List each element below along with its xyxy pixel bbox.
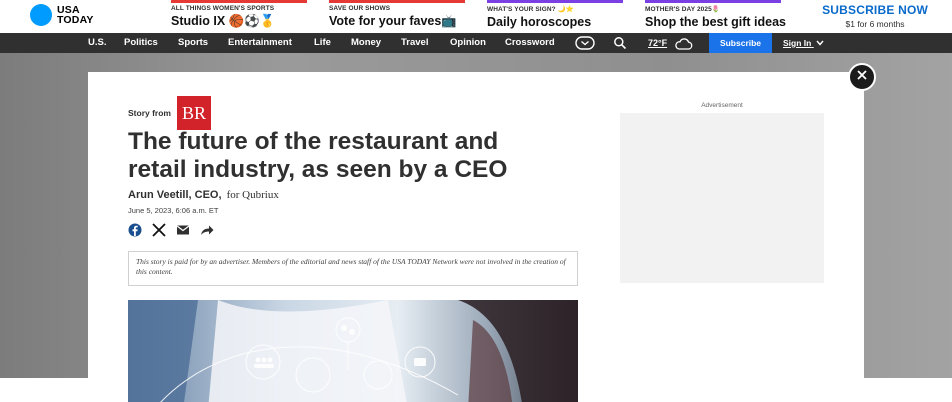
advertisement-label: Advertisement [701, 102, 743, 109]
nav-item-opinion[interactable]: Opinion [450, 33, 486, 53]
sign-in-link[interactable]: Sign In [783, 33, 824, 53]
nav-item-us[interactable]: U.S. [88, 33, 106, 53]
close-modal-button[interactable] [848, 63, 876, 91]
x-icon[interactable] [152, 222, 174, 238]
weather-temp[interactable]: 72°F [648, 33, 667, 53]
subscribe-now-subtitle: $1 for 6 months [845, 19, 905, 29]
sponsor-logo: BR [176, 96, 211, 130]
sign-in-label: Sign In [783, 38, 812, 48]
nav-item-crossword[interactable]: Crossword [505, 33, 555, 53]
promo-horoscopes[interactable]: WHAT'S YOUR SIGN? 🌙⭐ Daily horoscopes [487, 0, 623, 33]
publish-date: June 5, 2023, 6:06 a.m. ET [128, 206, 219, 215]
nav-item-travel[interactable]: Travel [401, 33, 428, 53]
facebook-icon[interactable] [128, 222, 150, 238]
advertisement-slot[interactable] [620, 113, 824, 283]
story-from-label: Story from [128, 108, 171, 118]
search-icon[interactable] [613, 36, 627, 50]
top-promo-bar: USA TODAY ALL THINGS WOMEN'S SPORTS Stud… [0, 0, 952, 33]
promo-eyebrow: SAVE OUR SHOWS [329, 5, 391, 12]
logo-line-2: TODAY [57, 14, 94, 26]
promo-save-our-shows[interactable]: SAVE OUR SHOWS Vote for your faves📺 [329, 0, 465, 33]
subscribe-now-promo[interactable]: SUBSCRIBE NOW $1 for 6 months [822, 3, 928, 29]
nav-subscribe-button[interactable]: Subscribe [709, 33, 772, 53]
chevron-down-icon [816, 33, 824, 53]
share-arrow-icon[interactable] [200, 222, 222, 238]
promo-headline: Daily horoscopes [487, 15, 592, 29]
more-menu-icon[interactable] [575, 36, 595, 50]
close-icon [856, 68, 868, 86]
story-modal: Story from BR The future of the restaura… [88, 72, 864, 402]
nav-item-life[interactable]: Life [314, 33, 331, 53]
nav-item-sports[interactable]: Sports [178, 33, 208, 53]
email-icon[interactable] [176, 222, 198, 238]
nav-item-money[interactable]: Money [351, 33, 381, 53]
promo-mothers-day[interactable]: MOTHER'S DAY 2025🌷 Shop the best gift id… [645, 0, 786, 33]
promo-headline: Vote for your faves📺 [329, 14, 457, 28]
advertiser-disclaimer: This story is paid for by an advertiser.… [128, 251, 578, 286]
promo-eyebrow: MOTHER'S DAY 2025🌷 [645, 6, 721, 13]
byline: Arun Veetill, CEO, for Qubriux [128, 189, 279, 201]
logo-dot-icon [30, 4, 52, 26]
author-affiliation: for Qubriux [226, 189, 279, 201]
nav-item-politics[interactable]: Politics [124, 33, 158, 53]
subscribe-now-title: SUBSCRIBE NOW [822, 3, 928, 17]
author-name: Arun Veetill, CEO, [128, 189, 222, 201]
promo-womens-sports[interactable]: ALL THINGS WOMEN'S SPORTS Studio IX 🏀⚽🥇 [171, 0, 307, 33]
hero-image [128, 300, 578, 402]
article-title: The future of the restaurant and retail … [128, 128, 508, 183]
story-from: Story from BR [128, 96, 211, 130]
promo-eyebrow: ALL THINGS WOMEN'S SPORTS [171, 5, 275, 12]
promo-headline: Studio IX 🏀⚽🥇 [171, 14, 276, 28]
usa-today-logo[interactable]: USA TODAY [30, 4, 94, 26]
promo-headline: Shop the best gift ideas [645, 15, 786, 29]
promo-eyebrow: WHAT'S YOUR SIGN? 🌙⭐ [487, 6, 575, 13]
share-bar [128, 222, 224, 238]
cloud-icon [674, 37, 694, 51]
nav-item-entertainment[interactable]: Entertainment [228, 33, 292, 53]
main-nav: U.S. Politics Sports Entertainment Life … [0, 33, 952, 53]
